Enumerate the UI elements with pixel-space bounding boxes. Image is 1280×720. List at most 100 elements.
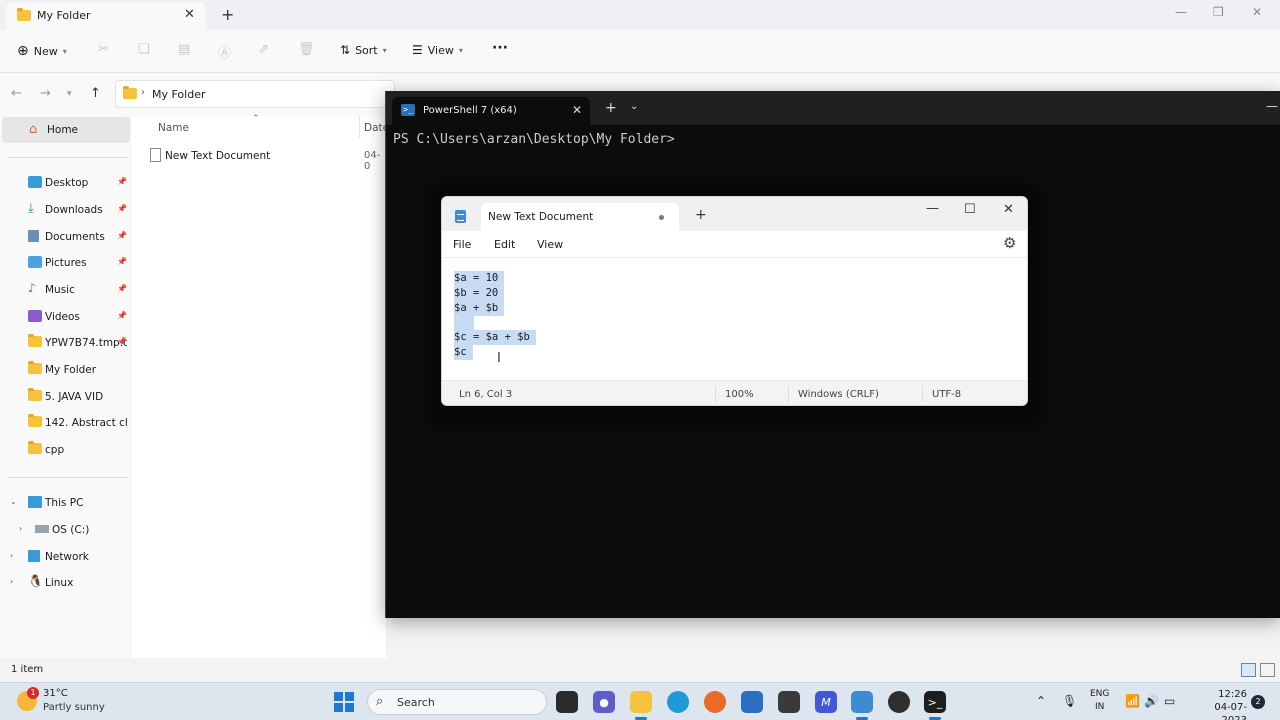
- sidebar-item-this-pc[interactable]: ⌄ This PC: [0, 490, 130, 516]
- sidebar-item-cpp[interactable]: cpp: [0, 437, 130, 463]
- menu-edit[interactable]: Edit: [494, 238, 515, 251]
- menu-file[interactable]: File: [453, 238, 471, 251]
- menu-view[interactable]: View: [537, 238, 563, 251]
- notepad-tab[interactable]: New Text Document: [481, 203, 679, 231]
- encoding[interactable]: UTF-8: [932, 389, 961, 400]
- task-view-icon[interactable]: [556, 691, 578, 713]
- battery-icon[interactable]: ▭: [1164, 694, 1175, 708]
- terminal-tab[interactable]: >_ PowerShell 7 (x64) ✕: [392, 97, 590, 125]
- firefox-icon[interactable]: [704, 691, 726, 713]
- pin-icon[interactable]: 📌: [117, 284, 127, 293]
- rename-icon[interactable]: Ⓐ: [218, 42, 231, 61]
- edge-icon[interactable]: [667, 691, 689, 713]
- sidebar-item-videos[interactable]: Videos 📌: [0, 304, 130, 330]
- gear-icon[interactable]: ⚙: [1003, 234, 1016, 252]
- microphone-icon[interactable]: 🎙: [1062, 694, 1077, 708]
- new-tab-button[interactable]: +: [221, 5, 234, 24]
- chevron-up-icon[interactable]: ⌃: [1036, 694, 1046, 708]
- sidebar-item-linux[interactable]: › 🐧 Linux: [0, 570, 130, 596]
- view-button[interactable]: ☰ View ▾: [412, 43, 463, 57]
- forward-arrow-icon[interactable]: →: [40, 86, 51, 101]
- network-icon: [28, 550, 40, 562]
- delete-icon[interactable]: 🗑: [298, 42, 315, 57]
- sidebar-item-os-drive[interactable]: › OS (C:): [0, 517, 130, 543]
- chevron-down-icon[interactable]: ⌄: [10, 497, 17, 506]
- chevron-right-icon[interactable]: ›: [10, 551, 13, 560]
- close-tab-icon[interactable]: ✕: [184, 7, 195, 22]
- minimize-button[interactable]: —: [926, 201, 939, 216]
- sidebar-item-network[interactable]: › Network: [0, 544, 130, 570]
- sidebar-item-ypw7b74[interactable]: YPW7B74.tmp.di 📌: [0, 330, 130, 356]
- volume-icon[interactable]: 🔊: [1144, 694, 1159, 708]
- chevron-right-icon[interactable]: ›: [19, 524, 22, 533]
- close-tab-icon[interactable]: ✕: [572, 103, 582, 117]
- pin-icon[interactable]: 📌: [117, 204, 127, 213]
- sidebar-item-pictures[interactable]: Pictures 📌: [0, 250, 130, 276]
- details-view-button[interactable]: [1241, 663, 1256, 677]
- notepad-editor[interactable]: $a = 10 $b = 20 $a + $b $c = $a + $b $c …: [442, 259, 1027, 380]
- pin-icon[interactable]: 📌: [117, 177, 127, 186]
- sidebar-item-java-vid[interactable]: 5. JAVA VID: [0, 384, 130, 410]
- paste-icon[interactable]: ▤: [178, 42, 190, 57]
- start-button[interactable]: [334, 692, 354, 712]
- pin-icon[interactable]: 📌: [117, 231, 127, 240]
- address-bar[interactable]: › My Folder: [115, 80, 395, 108]
- share-icon[interactable]: ⇗: [258, 42, 269, 57]
- weather-temperature[interactable]: 31°C: [43, 688, 68, 699]
- navigation-pane: ⌂ Home Desktop 📌 ⤓ Downloads 📌 Documents…: [0, 116, 130, 658]
- language-indicator[interactable]: ENG IN: [1090, 688, 1109, 714]
- terminal-prompt[interactable]: PS C:\Users\arzan\Desktop\My Folder>: [393, 132, 675, 147]
- clock[interactable]: 12:26 04-07-2023: [1191, 688, 1247, 720]
- tiles-view-button[interactable]: [1260, 663, 1275, 677]
- unsaved-dot-icon[interactable]: [659, 215, 664, 220]
- folder-icon: [123, 86, 137, 99]
- file-row[interactable]: New Text Document 04-0: [131, 146, 386, 172]
- zoom-level[interactable]: 100%: [725, 389, 754, 400]
- close-window-button[interactable]: ✕: [1003, 202, 1014, 217]
- taskbar-search[interactable]: ⌕ Search: [367, 689, 547, 715]
- terminal-taskbar-icon[interactable]: >_: [924, 691, 946, 713]
- sidebar-item-home[interactable]: ⌂ Home: [2, 117, 130, 143]
- store-icon[interactable]: [741, 691, 763, 713]
- security-icon[interactable]: [778, 691, 800, 713]
- explorer-tab[interactable]: My Folder ✕: [6, 2, 206, 30]
- weather-description[interactable]: Partly sunny: [43, 702, 105, 713]
- back-arrow-icon[interactable]: ←: [11, 86, 22, 101]
- sidebar-item-my-folder[interactable]: My Folder: [0, 357, 130, 383]
- chevron-down-icon[interactable]: ⌄: [630, 101, 638, 112]
- maximize-button[interactable]: ❐: [1213, 5, 1224, 19]
- column-divider[interactable]: [359, 116, 360, 138]
- notification-badge[interactable]: 2: [1251, 695, 1265, 709]
- column-header-name[interactable]: Name: [158, 122, 189, 134]
- chat-icon[interactable]: ●: [593, 691, 615, 713]
- sidebar-item-desktop[interactable]: Desktop 📌: [0, 170, 130, 196]
- sort-button[interactable]: ⇅ Sort ▾: [340, 43, 387, 57]
- chevron-right-icon[interactable]: ›: [10, 577, 13, 586]
- notepad-taskbar-icon[interactable]: [851, 691, 873, 713]
- minimize-button[interactable]: —: [1175, 5, 1187, 19]
- new-tab-button[interactable]: +: [695, 207, 707, 223]
- file-explorer-icon[interactable]: [630, 691, 652, 713]
- obs-icon[interactable]: [888, 691, 910, 713]
- pin-icon[interactable]: 📌: [117, 257, 127, 266]
- sidebar-item-abstract-class[interactable]: 142. Abstract class a: [0, 410, 130, 436]
- minimize-button[interactable]: —: [1266, 99, 1278, 113]
- new-tab-button[interactable]: +: [605, 100, 617, 116]
- cut-icon[interactable]: ✂: [98, 42, 109, 57]
- computer-icon: [28, 496, 42, 508]
- pin-icon[interactable]: 📌: [117, 311, 127, 320]
- up-arrow-icon[interactable]: ↑: [90, 86, 101, 101]
- copy-icon[interactable]: ❏: [138, 42, 150, 57]
- line-ending[interactable]: Windows (CRLF): [798, 389, 879, 400]
- maximize-button[interactable]: ☐: [964, 202, 976, 217]
- sidebar-item-downloads[interactable]: ⤓ Downloads 📌: [0, 197, 130, 223]
- more-options-button[interactable]: ···: [492, 40, 508, 56]
- close-window-button[interactable]: ✕: [1252, 5, 1262, 19]
- new-button[interactable]: ⊕ New ▾: [17, 43, 67, 59]
- sidebar-item-documents[interactable]: Documents 📌: [0, 224, 130, 250]
- editor-app-icon[interactable]: M: [815, 691, 837, 713]
- wifi-icon[interactable]: 📶: [1125, 694, 1140, 708]
- sidebar-item-music[interactable]: ♪ Music 📌: [0, 277, 130, 303]
- recent-chevron-icon[interactable]: ▾: [67, 89, 72, 99]
- pin-icon[interactable]: 📌: [117, 337, 127, 346]
